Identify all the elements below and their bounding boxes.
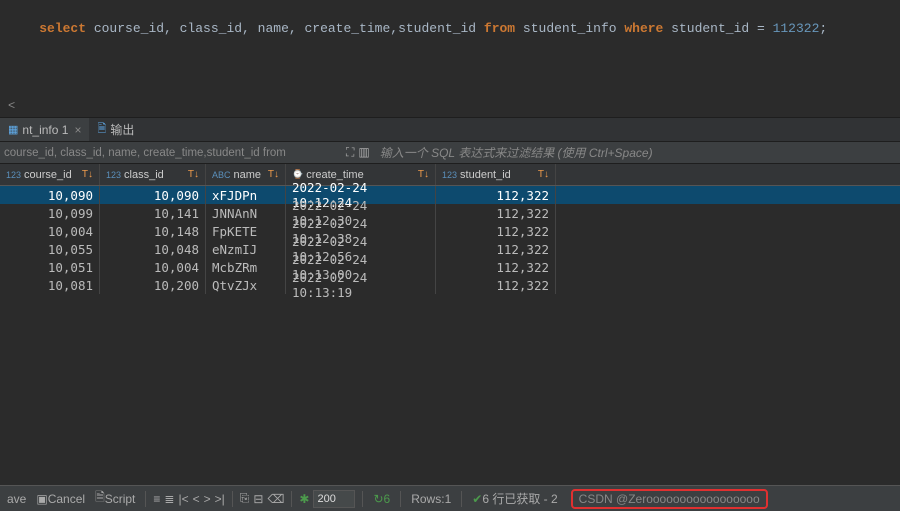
cell-course_id[interactable]: 10,051 (0, 258, 100, 276)
kw-from: from (484, 21, 515, 36)
column-header-name[interactable]: ABCnameT↓ (206, 164, 286, 185)
sort-icon[interactable]: T↓ (186, 169, 199, 180)
kw-where: where (624, 21, 663, 36)
sort-icon[interactable]: T↓ (80, 169, 93, 180)
grid-icon: ▦ (8, 123, 18, 136)
status-bar: ave ▣ Cancel 🗎 Script ≡ ≣ |< < > >| ⎘ ⊟ … (0, 485, 900, 511)
table-row[interactable]: 10,09010,090xFJDPn2022-02-24 10:12:24112… (0, 186, 900, 204)
save-button[interactable]: ave (4, 492, 29, 506)
table-row[interactable]: 10,05510,048eNzmIJ2022-02-24 10:12:56112… (0, 240, 900, 258)
sql-cond: student_id = (663, 21, 772, 36)
fetch-status: ✔ 6 行已获取 - 2 (469, 490, 560, 507)
sort-icon[interactable]: T↓ (266, 169, 279, 180)
column-name: student_id (460, 169, 536, 181)
type-badge: ABC (212, 170, 231, 180)
sql-echo: course_id, class_id, name, create_time,s… (0, 147, 340, 159)
nav-next-icon[interactable]: > (204, 492, 211, 506)
type-badge: 123 (6, 170, 21, 180)
dup-row-icon[interactable]: ⎘ (240, 491, 250, 506)
sort-icon[interactable]: T↓ (416, 169, 429, 180)
cell-student_id[interactable]: 112,322 (436, 276, 556, 294)
edit-row-icon[interactable]: ⊟ (253, 492, 263, 506)
cell-name[interactable]: McbZRm (206, 258, 286, 276)
column-header-class_id[interactable]: 123class_idT↓ (100, 164, 206, 185)
column-name: create_time (306, 169, 416, 181)
table-row[interactable]: 10,09910,141JNNAnN2022-02-24 10:12:30112… (0, 204, 900, 222)
cell-course_id[interactable]: 10,081 (0, 276, 100, 294)
filter-bar: course_id, class_id, name, create_time,s… (0, 142, 900, 164)
nav-first-icon[interactable]: |< (178, 492, 188, 506)
sql-semi: ; (819, 21, 827, 36)
column-header-course_id[interactable]: 123course_idT↓ (0, 164, 100, 185)
cell-student_id[interactable]: 112,322 (436, 258, 556, 276)
cell-student_id[interactable]: 112,322 (436, 240, 556, 258)
nav-prev-icon[interactable]: < (193, 492, 200, 506)
cell-class_id[interactable]: 10,141 (100, 204, 206, 222)
cell-name[interactable]: QtvZJx (206, 276, 286, 294)
column-header-student_id[interactable]: 123student_idT↓ (436, 164, 556, 185)
column-name: name (234, 169, 266, 181)
cell-student_id[interactable]: 112,322 (436, 204, 556, 222)
cell-course_id[interactable]: 10,090 (0, 186, 100, 204)
refresh-button[interactable]: ↻ 6 (370, 492, 393, 506)
tab-output[interactable]: 🗎 输出 (89, 118, 142, 141)
sort-icon[interactable]: T↓ (536, 169, 549, 180)
grid-header-row: 123course_idT↓123class_idT↓ABCnameT↓⌚cre… (0, 164, 900, 186)
cell-student_id[interactable]: 112,322 (436, 186, 556, 204)
table-row[interactable]: 10,00410,148FpKETE2022-02-24 10:12:38112… (0, 222, 900, 240)
rows-label: Rows: 1 (408, 492, 454, 506)
type-badge: ⌚ (292, 169, 303, 180)
cell-name[interactable]: JNNAnN (206, 204, 286, 222)
type-badge: 123 (106, 170, 121, 180)
grid-body[interactable]: 10,09010,090xFJDPn2022-02-24 10:12:24112… (0, 186, 900, 294)
table-row[interactable]: 10,05110,004McbZRm2022-02-24 10:13:00112… (0, 258, 900, 276)
cell-name[interactable]: xFJDPn (206, 186, 286, 204)
close-icon[interactable]: × (74, 123, 81, 137)
cell-student_id[interactable]: 112,322 (436, 222, 556, 240)
sql-table: student_info (515, 21, 624, 36)
table-row[interactable]: 10,08110,200QtvZJx2022-02-24 10:13:19112… (0, 276, 900, 294)
sql-editor[interactable]: select course_id, class_id, name, create… (0, 0, 900, 118)
cell-class_id[interactable]: 10,200 (100, 276, 206, 294)
type-badge: 123 (442, 170, 457, 180)
del-row-icon[interactable]: ⌫ (267, 492, 284, 506)
cell-name[interactable]: eNzmIJ (206, 240, 286, 258)
column-name: class_id (124, 169, 186, 181)
cell-class_id[interactable]: 10,148 (100, 222, 206, 240)
expand-icon[interactable]: ⛶ (346, 145, 354, 160)
page-size-input[interactable] (313, 490, 355, 508)
sql-columns: course_id, class_id, name, create_time,s… (86, 21, 484, 36)
cell-class_id[interactable]: 10,048 (100, 240, 206, 258)
cancel-button[interactable]: ▣ Cancel (33, 492, 88, 506)
tab-result-1[interactable]: ▦ nt_info 1 × (0, 118, 89, 141)
result-grid[interactable]: 123course_idT↓123class_idT↓ABCnameT↓⌚cre… (0, 164, 900, 485)
watermark: CSDN @Zerooooooooooooooooo (571, 489, 768, 509)
cell-class_id[interactable]: 10,004 (100, 258, 206, 276)
tab-label: nt_info 1 (22, 123, 68, 137)
align-left-icon[interactable]: ≡ (153, 492, 160, 506)
exec-icon[interactable]: ✱ (299, 492, 309, 506)
column-name: course_id (24, 169, 80, 181)
cell-course_id[interactable]: 10,004 (0, 222, 100, 240)
filter-input[interactable]: 输入一个 SQL 表达式来过滤结果 (使用 Ctrl+Space) (380, 146, 653, 160)
cell-name[interactable]: FpKETE (206, 222, 286, 240)
cell-create_time[interactable]: 2022-02-24 10:13:19 (286, 276, 436, 294)
align-center-icon[interactable]: ≣ (164, 492, 174, 506)
tab-label: 输出 (110, 121, 134, 138)
doc-icon: 🗎 (97, 120, 106, 139)
kw-select: select (39, 21, 86, 36)
cell-course_id[interactable]: 10,099 (0, 204, 100, 222)
result-tab-bar: ▦ nt_info 1 × 🗎 输出 (0, 118, 900, 142)
sql-literal: 112322 (773, 21, 820, 36)
nav-last-icon[interactable]: >| (215, 492, 225, 506)
cell-class_id[interactable]: 10,090 (100, 186, 206, 204)
cell-course_id[interactable]: 10,055 (0, 240, 100, 258)
filter-toggle-icon[interactable]: ▥ (358, 145, 369, 160)
script-button[interactable]: 🗎 Script (92, 488, 138, 509)
scroll-left-icon[interactable]: < (8, 99, 15, 113)
